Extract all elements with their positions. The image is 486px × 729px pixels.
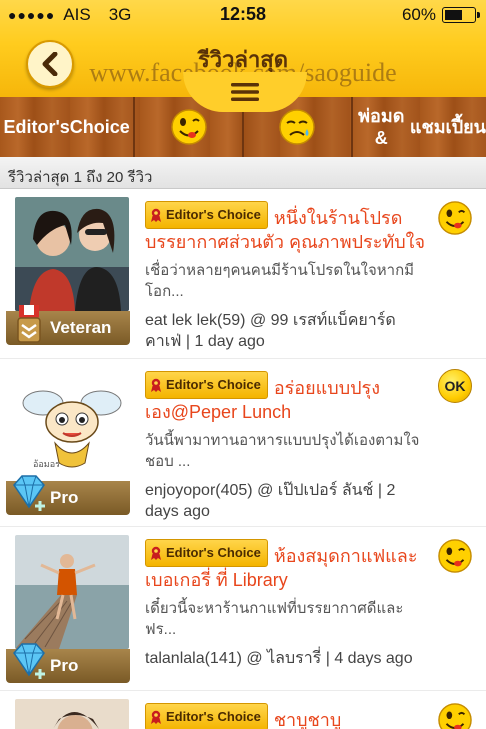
yummy-face-icon bbox=[438, 539, 472, 573]
yummy-face-icon bbox=[438, 703, 472, 729]
review-title[interactable]: ชาบูชาบู bbox=[274, 710, 342, 729]
editors-choice-label: Editor's Choice bbox=[166, 545, 261, 560]
results-summary: รีวิวล่าสุด 1 ถึง 20 รีวิว bbox=[0, 157, 486, 189]
review-list: Veteran Editor's Choice หนึ่งในร้านโปรด … bbox=[0, 189, 486, 729]
filter-wizard-champion[interactable]: พ่อมด & แชมเปี้ยน bbox=[353, 97, 486, 157]
editors-choice-tag: Editor's Choice bbox=[145, 201, 268, 229]
selfie-photo bbox=[15, 197, 129, 311]
review-photo[interactable] bbox=[15, 197, 129, 311]
editors-choice-label: Editor's Choice bbox=[166, 709, 261, 724]
review-photo[interactable] bbox=[15, 699, 129, 729]
review-snippet: วันนี้พามาทานอาหารแบบปรุงได้เองตามใจชอบ … bbox=[145, 432, 420, 470]
ribbon-icon bbox=[151, 710, 161, 724]
battery-level bbox=[445, 10, 462, 20]
member-rank-label: Pro bbox=[50, 488, 79, 507]
member-rank-badge: Pro bbox=[6, 475, 130, 515]
battery-icon bbox=[442, 7, 480, 23]
editors-choice-label: Editor's Choice bbox=[166, 377, 261, 392]
diamond-icon bbox=[13, 475, 45, 511]
portrait-photo bbox=[15, 699, 129, 729]
battery-percent: 60% bbox=[401, 5, 436, 24]
review-meta: talanlala(141) @ ไลบรารี่ | 4 days ago bbox=[145, 650, 413, 667]
member-rank-label: Pro bbox=[50, 656, 79, 675]
yummy-face-icon bbox=[170, 109, 207, 145]
review-meta: enjoyopor(405) @ เป๊ปเปอร์ ลันช์ | 2 day… bbox=[145, 482, 396, 520]
review-photo[interactable] bbox=[15, 535, 129, 649]
ok-rating-badge: OK bbox=[438, 369, 472, 403]
review-photo[interactable]: อ้อมอร bbox=[15, 367, 129, 481]
member-rank-badge: Veteran bbox=[6, 305, 130, 345]
review-snippet: เชื่อว่าหลายๆคนคนมีร้านโปรดในใจหากมีโอก.… bbox=[145, 262, 415, 300]
review-item[interactable]: Veteran Editor's Choice หนึ่งในร้านโปรด … bbox=[0, 189, 486, 359]
sad-face-icon bbox=[279, 109, 316, 145]
diamond-icon bbox=[13, 643, 45, 679]
editors-choice-label: Editor's Choice bbox=[166, 207, 261, 222]
pier-photo bbox=[15, 535, 129, 649]
ribbon-icon bbox=[151, 378, 161, 392]
editors-choice-tag: Editor's Choice bbox=[145, 703, 268, 729]
review-item[interactable]: อ้อมอร Pro Editor's Choice อร่อยแบบปรุงเ… bbox=[0, 359, 486, 527]
review-item[interactable]: Editor's Choice ชาบูชาบู bbox=[0, 691, 486, 729]
editors-choice-tag: Editor's Choice bbox=[145, 371, 268, 399]
hamburger-icon bbox=[231, 83, 259, 101]
review-snippet: เดี๋ยวนี้จะหาร้านกาแฟที่บรรยากาศดีและฟร.… bbox=[145, 600, 404, 638]
member-rank-label: Veteran bbox=[50, 318, 112, 337]
review-meta: eat lek lek(59) @ 99 เรสท์แบ็คยาร์ดคาเฟ่… bbox=[145, 312, 396, 350]
filter-editors-choice[interactable]: Editor's Choice bbox=[0, 97, 136, 157]
status-bar: ●●●●● AIS 3G 12:58 60% bbox=[0, 0, 486, 30]
ribbon-icon bbox=[151, 546, 161, 560]
veteran-medal-icon bbox=[17, 305, 41, 343]
yummy-face-icon bbox=[438, 201, 472, 235]
ribbon-icon bbox=[151, 208, 161, 222]
avatar-caption: อ้อมอร bbox=[33, 459, 60, 469]
review-item[interactable]: Pro Editor's Choice ห้องสมุดกาแฟและเบอเก… bbox=[0, 527, 486, 691]
editors-choice-tag: Editor's Choice bbox=[145, 539, 268, 567]
member-rank-badge: Pro bbox=[6, 643, 130, 683]
